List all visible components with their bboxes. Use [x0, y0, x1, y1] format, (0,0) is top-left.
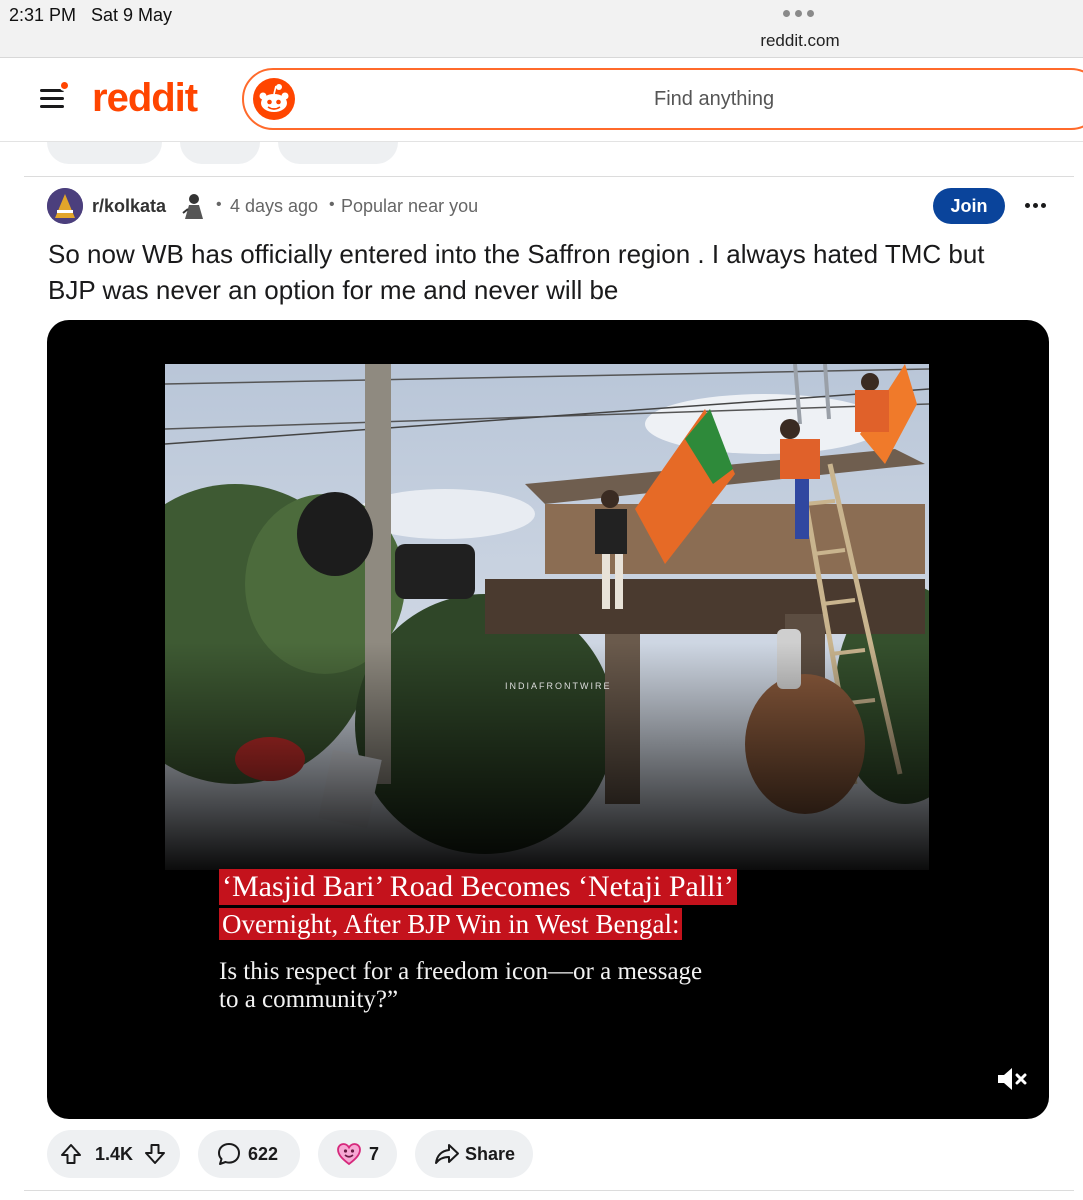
- post-divider: [24, 1190, 1074, 1191]
- search-bar[interactable]: Find anything: [242, 68, 1083, 130]
- reddit-logo[interactable]: reddit: [92, 76, 198, 121]
- prev-vote-pill[interactable]: [47, 142, 162, 164]
- prev-comment-pill[interactable]: [180, 142, 260, 164]
- comment-count: 622: [248, 1143, 279, 1164]
- share-button[interactable]: Share: [415, 1130, 533, 1178]
- comments-button[interactable]: 622: [198, 1130, 300, 1178]
- reddit-header: reddit Find anything: [0, 58, 1083, 142]
- notification-dot: [59, 80, 70, 91]
- previous-post-actions: [0, 142, 1083, 172]
- menu-icon[interactable]: [38, 80, 70, 113]
- downvote-icon[interactable]: [143, 1142, 167, 1166]
- search-input[interactable]: Find anything: [654, 88, 774, 111]
- browser-url[interactable]: reddit.com: [0, 31, 1083, 51]
- user-avatar-icon[interactable]: [180, 191, 208, 221]
- prev-share-pill[interactable]: [278, 142, 398, 164]
- video-player[interactable]: INDIAFRONTWIRE ‘Masjid Bari’ Road Become…: [47, 320, 1049, 1119]
- upvote-icon[interactable]: [59, 1142, 83, 1166]
- vote-count: 1.4K: [95, 1143, 134, 1164]
- post-context: Popular near you: [341, 196, 479, 216]
- video-caption-line3: Is this respect for a freedom icon—or a …: [219, 958, 703, 1013]
- more-icon[interactable]: [1023, 193, 1049, 217]
- post-action-bar: 1.4K 622 7 Share: [0, 1130, 1083, 1180]
- vote-pill: 1.4K: [47, 1130, 180, 1178]
- share-label: Share: [465, 1143, 516, 1164]
- status-bar: 2:31 PM Sat 9 May reddit.com: [0, 0, 1083, 58]
- share-icon: [435, 1144, 459, 1164]
- video-frame: INDIAFRONTWIRE: [165, 364, 929, 870]
- meta-separator: •: [329, 196, 335, 213]
- post-divider: [24, 176, 1074, 177]
- mute-icon[interactable]: [995, 1064, 1029, 1094]
- video-caption-line1: ‘Masjid Bari’ Road Becomes ‘Netaji Palli…: [219, 869, 737, 905]
- subreddit-logo-icon: [47, 188, 83, 224]
- award-button[interactable]: 7: [318, 1130, 397, 1178]
- subreddit-avatar[interactable]: [47, 188, 83, 224]
- award-icon: [337, 1143, 361, 1166]
- join-button[interactable]: Join: [933, 188, 1005, 224]
- award-count: 7: [369, 1143, 380, 1164]
- video-caption-line2: Overnight, After BJP Win in West Bengal:: [219, 908, 683, 940]
- comment-icon: [218, 1143, 240, 1165]
- snoo-icon: [253, 78, 295, 120]
- meta-separator: •: [216, 196, 222, 213]
- subreddit-name[interactable]: r/kolkata: [92, 196, 166, 217]
- post-age: 4 days ago: [230, 196, 319, 216]
- post-title[interactable]: So now WB has officially entered into th…: [48, 236, 1038, 308]
- video-watermark: INDIAFRONTWIRE: [505, 681, 612, 691]
